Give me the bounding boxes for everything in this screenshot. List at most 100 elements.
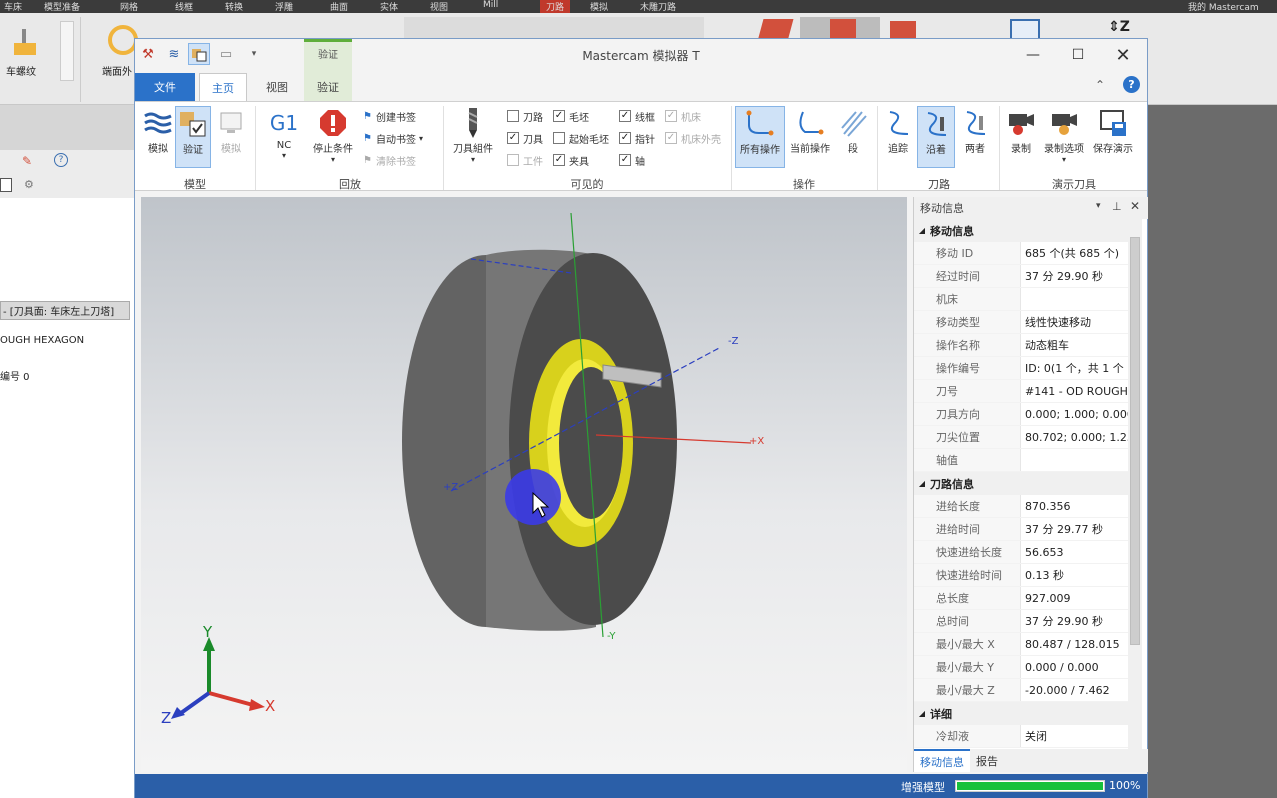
verify-button[interactable]: 验证 bbox=[175, 106, 211, 168]
clear-bookmarks-button[interactable]: ⚑ 清除书签 bbox=[363, 150, 416, 170]
collapse-icon[interactable]: ◢ bbox=[914, 479, 930, 488]
bg-menu-item-active[interactable]: 刀路 bbox=[540, 0, 571, 13]
collapse-icon[interactable]: ◢ bbox=[914, 709, 930, 718]
help-icon[interactable]: ? bbox=[1123, 76, 1140, 93]
info-value: 927.009 bbox=[1020, 587, 1128, 609]
checkbox[interactable]: ✓ bbox=[553, 154, 565, 166]
chevron-down-icon: ▾ bbox=[281, 151, 286, 160]
bg-menu-item[interactable]: 浮雕 bbox=[275, 0, 293, 13]
bg-menu-item[interactable]: 木雕刀路 bbox=[640, 0, 676, 13]
progress-percent: 100% bbox=[1109, 779, 1141, 792]
bg-box[interactable] bbox=[0, 178, 12, 192]
toggle-wireframe[interactable]: ✓ 线框 bbox=[619, 106, 655, 126]
simulator-window: ⚒ ≋ ▭ ▾ Mastercam 模拟器 T — ☐ ✕ 验证 文件 主页 视… bbox=[134, 38, 1148, 798]
toggle-pointer[interactable]: ✓ 指针 bbox=[619, 128, 655, 148]
checkbox[interactable] bbox=[553, 132, 565, 144]
nc-button[interactable]: G1 NC ▾ bbox=[263, 106, 305, 168]
toggle-toolpath-label: 刀路 bbox=[523, 112, 543, 124]
close-button[interactable]: ✕ bbox=[1105, 43, 1141, 67]
both-button[interactable]: 两者 bbox=[957, 106, 993, 168]
verify-icon bbox=[178, 107, 208, 141]
save-demo-button[interactable]: 保存演示 bbox=[1089, 106, 1137, 168]
info-value: 0.13 秒 bbox=[1020, 564, 1128, 586]
toggle-workpiece[interactable]: 工件 bbox=[507, 150, 543, 170]
bg-menu-item[interactable]: 模拟 bbox=[590, 0, 608, 13]
bg-spinner[interactable] bbox=[60, 21, 74, 81]
along-button[interactable]: 沿着 bbox=[917, 106, 955, 168]
checkbox[interactable]: ✓ bbox=[553, 110, 565, 122]
simulate-button[interactable]: 模拟 bbox=[141, 106, 175, 168]
checkbox[interactable]: ✓ bbox=[619, 132, 631, 144]
bg-menu-item[interactable]: 实体 bbox=[380, 0, 398, 13]
current-operation-button[interactable]: 当前操作 bbox=[787, 106, 833, 168]
maximize-button[interactable]: ☐ bbox=[1060, 43, 1096, 67]
tool-icon[interactable]: ⚙ bbox=[24, 178, 34, 191]
along-icon bbox=[922, 107, 950, 141]
bg-menu-item[interactable]: 模型准备 bbox=[44, 0, 80, 13]
tab-report[interactable]: 报告 bbox=[970, 749, 1004, 772]
close-panel-icon[interactable]: ✕ bbox=[1130, 199, 1140, 213]
bg-menu-item[interactable]: Mill bbox=[483, 0, 498, 10]
simulation-viewport[interactable]: -Z +X +Z -Y Y X Z bbox=[141, 197, 907, 772]
pin-icon[interactable]: ⊥ bbox=[1112, 200, 1122, 213]
scrollbar-thumb[interactable] bbox=[1130, 237, 1140, 645]
info-key: 机床 bbox=[914, 288, 1020, 310]
simulate-label: 模拟 bbox=[148, 144, 168, 155]
section-header[interactable]: ◢ 刀路信息 bbox=[914, 472, 1128, 495]
bookmark-add-icon: ⚑ bbox=[363, 110, 372, 122]
toggle-tool[interactable]: ✓ 刀具 bbox=[507, 128, 543, 148]
bg-panel-line[interactable]: - [刀具面: 车床左上刀塔] bbox=[0, 301, 130, 320]
minimize-button[interactable]: — bbox=[1015, 43, 1051, 67]
checkbox[interactable] bbox=[507, 110, 519, 122]
tab-home[interactable]: 主页 bbox=[199, 73, 247, 101]
stop-conditions-button[interactable]: 停止条件 ▾ bbox=[307, 106, 359, 168]
create-bookmark-button[interactable]: ⚑ 创建书签 bbox=[363, 106, 416, 126]
tool-assembly-icon bbox=[463, 106, 483, 140]
toggle-machine[interactable]: ✓ 机床 bbox=[665, 106, 701, 126]
bg-thread-button[interactable]: 车螺纹 bbox=[6, 63, 36, 78]
toggle-axes[interactable]: ✓ 轴 bbox=[619, 150, 645, 170]
collapse-ribbon-icon[interactable]: ⌃ bbox=[1095, 78, 1105, 92]
pencil-icon[interactable]: ✎ bbox=[22, 154, 32, 168]
toggle-axes-label: 轴 bbox=[635, 156, 645, 168]
toggle-initial-stock[interactable]: 起始毛坯 bbox=[553, 128, 609, 148]
auto-bookmark-button[interactable]: ⚑ 自动书签 ▾ bbox=[363, 128, 423, 148]
tool-assembly-button[interactable]: 刀具組件 ▾ bbox=[447, 106, 499, 168]
segment-button[interactable]: 段 bbox=[835, 106, 871, 168]
tab-verify[interactable]: 验证 bbox=[305, 73, 351, 101]
bg-menu-item[interactable]: 曲面 bbox=[330, 0, 348, 13]
toggle-stock[interactable]: ✓ 毛坯 bbox=[553, 106, 589, 126]
toggle-machine-housing[interactable]: ✓ 机床外壳 bbox=[665, 128, 721, 148]
checkbox[interactable]: ✓ bbox=[665, 132, 677, 144]
bg-menu-item[interactable]: 转换 bbox=[225, 0, 243, 13]
trace-label: 追踪 bbox=[888, 144, 908, 155]
checkbox[interactable] bbox=[507, 154, 519, 166]
tab-move-info[interactable]: 移动信息 bbox=[914, 749, 970, 772]
all-operations-button[interactable]: 所有操作 bbox=[735, 106, 785, 168]
record-button[interactable]: 录制 bbox=[1003, 106, 1039, 168]
checkbox[interactable]: ✓ bbox=[665, 110, 677, 122]
section-header[interactable]: ◢ 移动信息 bbox=[914, 219, 1128, 242]
checkbox[interactable]: ✓ bbox=[619, 110, 631, 122]
section-header[interactable]: ◢ 详细 bbox=[914, 702, 1128, 725]
bg-face-button[interactable]: 端面外 bbox=[102, 63, 132, 78]
bg-account[interactable]: 我的 Mastercam bbox=[1188, 0, 1259, 13]
toggle-toolpath[interactable]: 刀路 bbox=[507, 106, 543, 126]
help-icon[interactable]: ? bbox=[54, 153, 68, 167]
bg-menu-item[interactable]: 网格 bbox=[120, 0, 138, 13]
panel-dropdown-icon[interactable]: ▾ bbox=[1096, 201, 1101, 211]
simulate-machine-button[interactable]: 模拟 bbox=[213, 106, 249, 168]
trace-button[interactable]: 追踪 bbox=[881, 106, 915, 168]
tab-view[interactable]: 视图 bbox=[253, 73, 301, 101]
tab-file[interactable]: 文件 bbox=[135, 73, 195, 101]
checkbox[interactable]: ✓ bbox=[619, 154, 631, 166]
info-value: 80.487 / 128.015 bbox=[1020, 633, 1128, 655]
record-options-button[interactable]: 录制选项 ▾ bbox=[1041, 106, 1087, 168]
bg-menu-item[interactable]: 车床 bbox=[4, 0, 22, 13]
collapse-icon[interactable]: ◢ bbox=[914, 226, 930, 235]
checkbox[interactable]: ✓ bbox=[507, 132, 519, 144]
toggle-fixture[interactable]: ✓ 夹具 bbox=[553, 150, 589, 170]
group-label-visible: 可见的 bbox=[570, 178, 604, 191]
bg-menu-item[interactable]: 视图 bbox=[430, 0, 448, 13]
bg-menu-item[interactable]: 线框 bbox=[175, 0, 193, 13]
